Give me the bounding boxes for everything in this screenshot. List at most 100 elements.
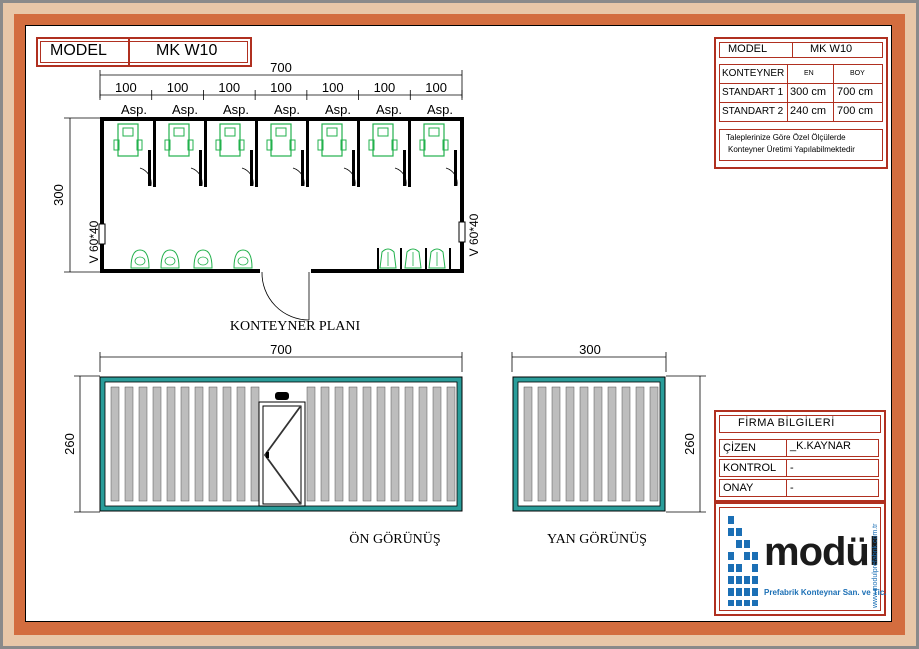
segment-dim-label: 100 xyxy=(322,80,344,95)
firm-row-cizen: ÇİZEN _K.KAYNAR xyxy=(719,439,879,457)
side-slat xyxy=(565,386,575,502)
logo-brand: modül xyxy=(764,530,880,574)
squat-toilet-icon xyxy=(321,123,343,157)
front-slat xyxy=(418,386,428,502)
sink-icon xyxy=(233,249,253,269)
front-slat xyxy=(320,386,330,502)
front-caption: ÖN GÖRÜNÜŞ xyxy=(349,530,440,547)
front-slat xyxy=(222,386,232,502)
front-slat xyxy=(362,386,372,502)
logo-box: modül Prefabrik Konteynar San. ve Tic. w… xyxy=(714,502,887,616)
window-left xyxy=(98,223,106,245)
stall-label: Asp. xyxy=(274,102,300,117)
front-slat xyxy=(208,386,218,502)
stall-label: Asp. xyxy=(172,102,198,117)
firm-row-kontrol: KONTROL - xyxy=(719,459,879,477)
stall-label: Asp. xyxy=(427,102,453,117)
squat-toilet-icon xyxy=(270,123,292,157)
firm-info-box: FİRMA BİLGİLERİ ÇİZEN _K.KAYNAR KONTROL … xyxy=(714,410,886,502)
stall-label: Asp. xyxy=(325,102,351,117)
stall-label: Asp. xyxy=(121,102,147,117)
front-door xyxy=(258,392,306,507)
front-height-dim-label: 260 xyxy=(62,433,77,455)
squat-toilet-icon xyxy=(372,123,394,157)
entrance-door xyxy=(261,271,310,321)
urinal-icon xyxy=(428,248,446,269)
firm-title-row: FİRMA BİLGİLERİ xyxy=(719,415,881,433)
window-right xyxy=(458,221,466,243)
urinal-icon xyxy=(379,248,397,269)
logo-subtitle: Prefabrik Konteynar San. ve Tic. xyxy=(764,588,887,597)
sink-icon xyxy=(160,249,180,269)
firm-row-cizen-value: _K.KAYNAR xyxy=(790,440,851,452)
toilet-stalls: Asp. Asp. Asp. Asp. Asp. Asp. Asp. xyxy=(113,102,458,187)
firm-row-onay: ONAY - xyxy=(719,479,879,497)
window-right-label: V 60*40 xyxy=(467,213,481,256)
segment-dim-label: 100 xyxy=(270,80,292,95)
urinal-divider xyxy=(449,248,451,269)
side-slat xyxy=(593,386,603,502)
front-slat xyxy=(124,386,134,502)
front-slat xyxy=(390,386,400,502)
toilet-stall: Asp. xyxy=(266,102,309,187)
squat-toilet-icon xyxy=(117,123,139,157)
front-slat xyxy=(376,386,386,502)
side-height-dim-label: 260 xyxy=(682,433,697,455)
side-slat xyxy=(635,386,645,502)
segment-dim-label: 100 xyxy=(115,80,137,95)
side-slat xyxy=(537,386,547,502)
front-slat xyxy=(334,386,344,502)
firm-row-kontrol-value: - xyxy=(790,462,794,474)
logo-website: www.modulprefabrik.com.tr xyxy=(872,523,879,608)
urinals xyxy=(377,248,451,269)
front-slat xyxy=(110,386,120,502)
side-slat xyxy=(649,386,659,502)
plan-height-dim-label: 300 xyxy=(51,184,66,206)
sink-icon xyxy=(193,249,213,269)
front-slat xyxy=(348,386,358,502)
urinal-divider xyxy=(377,248,379,269)
firm-row-onay-value: - xyxy=(790,482,794,494)
side-slat xyxy=(621,386,631,502)
stall-label: Asp. xyxy=(376,102,402,117)
logo-inner: modül Prefabrik Konteynar San. ve Tic. w… xyxy=(719,507,887,611)
segment-dim-label: 100 xyxy=(425,80,447,95)
segment-dim-label: 100 xyxy=(167,80,189,95)
front-slat xyxy=(432,386,442,502)
front-slat xyxy=(236,386,246,502)
sinks xyxy=(130,249,253,269)
firm-row-onay-label: ONAY xyxy=(723,482,754,494)
urinal-divider xyxy=(425,248,427,269)
front-slat xyxy=(152,386,162,502)
side-slat xyxy=(551,386,561,502)
toilet-stall: Asp. xyxy=(215,102,258,187)
drawing-sheet: MODEL MK W10 MODEL MK W10 KONTEYNER EN B… xyxy=(0,0,919,649)
toilet-stall: Asp. xyxy=(419,102,458,187)
squat-toilet-icon xyxy=(219,123,241,157)
stall-label: Asp. xyxy=(223,102,249,117)
firm-title: FİRMA BİLGİLERİ xyxy=(738,417,835,429)
side-slat xyxy=(523,386,533,502)
toilet-stall: Asp. xyxy=(113,102,156,187)
firm-row-cizen-label: ÇİZEN xyxy=(723,442,756,454)
toilet-stall: Asp. xyxy=(164,102,207,187)
segment-dim-label: 100 xyxy=(374,80,396,95)
front-slat xyxy=(404,386,414,502)
side-width-dim-label: 300 xyxy=(579,342,601,357)
toilet-stall: Asp. xyxy=(368,102,411,187)
firm-row-kontrol-label: KONTROL xyxy=(723,462,777,474)
firm-rows: ÇİZEN _K.KAYNAR KONTROL - ONAY - xyxy=(719,439,879,497)
segment-dim-label: 100 xyxy=(218,80,240,95)
side-caption: YAN GÖRÜNÜŞ xyxy=(547,530,647,547)
front-slat xyxy=(446,386,456,502)
front-slat xyxy=(194,386,204,502)
front-width-dim-label: 700 xyxy=(270,342,292,357)
front-slat xyxy=(250,386,260,502)
squat-toilet-icon xyxy=(423,123,445,157)
side-slat xyxy=(579,386,589,502)
front-slat xyxy=(306,386,316,502)
squat-toilet-icon xyxy=(168,123,190,157)
front-slat xyxy=(180,386,190,502)
plan-caption: KONTEYNER PLANI xyxy=(230,319,361,334)
front-slat xyxy=(138,386,148,502)
